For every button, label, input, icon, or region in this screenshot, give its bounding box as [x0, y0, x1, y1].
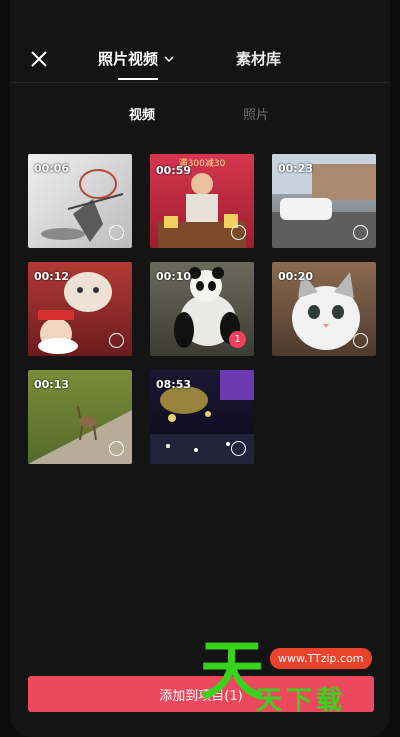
- tab-photos-videos[interactable]: 照片视频: [98, 48, 174, 80]
- chevron-down-icon: [164, 55, 174, 62]
- media-item[interactable]: 00:06: [28, 154, 132, 248]
- subtab-videos[interactable]: 视频: [129, 104, 155, 123]
- watermark-logo-char: 天: [200, 635, 264, 709]
- duration-label: 00:23: [278, 162, 314, 175]
- media-item[interactable]: 00:13: [28, 370, 132, 464]
- watermark-text: 天下载: [256, 686, 347, 716]
- phone-screen: 照片视频 素材库 视频 照片 00:06 满300减30 00:59 00:23…: [10, 0, 390, 737]
- duration-label: 00:20: [278, 270, 314, 283]
- media-subtabs: 视频 照片: [10, 104, 390, 124]
- duration-label: 08:53: [156, 378, 192, 391]
- duration-label: 00:12: [34, 270, 70, 283]
- media-item[interactable]: 00:10 1: [150, 262, 254, 356]
- duration-label: 00:06: [34, 162, 70, 175]
- media-item[interactable]: 08:53: [150, 370, 254, 464]
- select-circle[interactable]: [231, 441, 246, 456]
- media-item[interactable]: 00:12: [28, 262, 132, 356]
- media-item[interactable]: 00:23: [272, 154, 376, 248]
- media-item[interactable]: 00:20: [272, 262, 376, 356]
- duration-label: 00:59: [156, 164, 192, 177]
- site-watermark: 天 www.TTzip.com 天下载: [200, 640, 390, 720]
- tab-photos-videos-label: 照片视频: [98, 50, 159, 68]
- select-circle[interactable]: [109, 333, 124, 348]
- select-circle[interactable]: [231, 225, 246, 240]
- active-tab-underline: [118, 78, 158, 80]
- selection-order-badge[interactable]: 1: [229, 331, 246, 348]
- select-circle[interactable]: [353, 225, 368, 240]
- duration-label: 00:10: [156, 270, 192, 283]
- select-circle[interactable]: [109, 225, 124, 240]
- select-circle[interactable]: [109, 441, 124, 456]
- close-icon[interactable]: [28, 48, 50, 70]
- subtab-photos[interactable]: 照片: [243, 104, 269, 123]
- tab-asset-library[interactable]: 素材库: [236, 48, 281, 69]
- duration-label: 00:13: [34, 378, 70, 391]
- top-bar: 照片视频 素材库: [10, 0, 390, 83]
- media-item[interactable]: 满300减30 00:59: [150, 154, 254, 248]
- watermark-url: www.TTzip.com: [270, 648, 372, 669]
- select-circle[interactable]: [353, 333, 368, 348]
